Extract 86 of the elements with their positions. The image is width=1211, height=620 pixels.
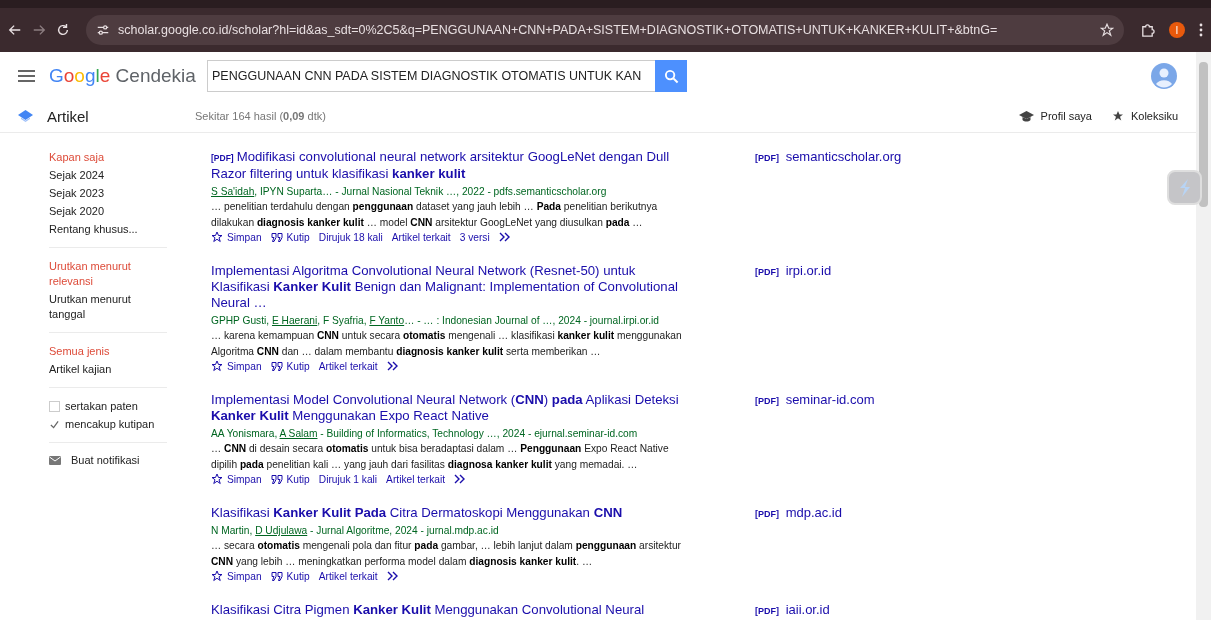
- search-field[interactable]: PENGGUNAAN CNN PADA SISTEM DIAGNOSTIK OTOMATIS UNTUK KAN: [207, 60, 655, 92]
- profile-link[interactable]: Profil saya: [1018, 110, 1092, 122]
- cite-link[interactable]: Kutip: [270, 231, 310, 243]
- checkbox-label: mencakup kutipan: [65, 417, 155, 432]
- author-link[interactable]: F Yanto: [369, 315, 405, 326]
- sidebar-filter-link[interactable]: Sejak 2020: [49, 204, 167, 219]
- result-action-link[interactable]: Artikel terkait: [391, 231, 451, 243]
- sidebar-filter-link[interactable]: Artikel kajian: [49, 362, 167, 377]
- quote-icon: [270, 360, 283, 372]
- sidebar-filter-link[interactable]: Rentang khusus...: [49, 222, 167, 237]
- scrollbar[interactable]: [1196, 52, 1211, 620]
- star-icon: [211, 570, 223, 582]
- back-icon[interactable]: [8, 23, 22, 37]
- pdf-source-link[interactable]: [PDF] iaii.or.id: [755, 602, 830, 619]
- checkbox[interactable]: [49, 419, 60, 430]
- url-text: scholar.google.co.id/scholar?hl=id&as_sdt=0%2C5&q=PENGGUNAAN+CNN+PADA+SISTEM+DIAGNOSTIK+OTOMATIS+UNTUK+KANKER+KULIT+&btnG=: [118, 23, 999, 37]
- quote-icon: [270, 473, 283, 485]
- envelope-icon: [49, 455, 61, 465]
- sidebar-filter-link[interactable]: Urutkan menurut tanggal: [49, 292, 167, 322]
- google-scholar-logo[interactable]: Google Cendekia: [49, 65, 207, 87]
- graduation-cap-icon: [1018, 110, 1034, 122]
- search-icon: [663, 68, 679, 84]
- sidebar-filter-link[interactable]: Urutkan menurut relevansi: [49, 259, 167, 289]
- save-link[interactable]: Simpan: [211, 570, 262, 582]
- pdf-source-link[interactable]: [PDF] seminar-id.com: [755, 392, 875, 409]
- pdf-source-link[interactable]: [PDF] irpi.or.id: [755, 263, 832, 280]
- author-link[interactable]: A Salam: [279, 428, 318, 439]
- bookmark-star-icon[interactable]: [1100, 23, 1114, 37]
- checkbox-label: sertakan paten: [65, 399, 138, 414]
- forward-icon[interactable]: [32, 23, 46, 37]
- quote-icon: [270, 570, 283, 582]
- double-chevron-icon[interactable]: [386, 571, 399, 581]
- sidebar-filter-link[interactable]: Semua jenis: [49, 344, 167, 359]
- result-snippet: … penelitian terdahulu dengan penggunaan dataset yang jauh lebih … Pada penelitian berikutnya dilakukan diagnosis kanker kulit … model CNN arsitektur GoogLeNet yang diusulkan pada …: [211, 200, 659, 230]
- result-snippet: … CNN di desain secara otomatis untuk bisa beradaptasi dalam … Penggunaan Expo React Native dipilih pada penelitian kali … yang jauh dari fasilitas diagnosa kanker kulit yang memadai. …: [211, 442, 670, 472]
- author-link[interactable]: D Udjulawa: [255, 525, 308, 536]
- double-chevron-icon[interactable]: [498, 232, 511, 242]
- author-line: S Sa'idah, IPYN Suparta… - Jurnal Nasional Teknik …, 2022 - pdfs.semanticscholar.org: [211, 185, 608, 199]
- sidebar-filter-link[interactable]: Sejak 2023: [49, 186, 167, 201]
- result-action-link[interactable]: Artikel terkait: [318, 360, 378, 372]
- cite-link[interactable]: Kutip: [270, 570, 310, 582]
- section-title: Artikel: [47, 107, 90, 125]
- site-settings-icon[interactable]: [96, 23, 110, 37]
- result-action-link[interactable]: 3 versi: [459, 231, 490, 243]
- pdf-source-link[interactable]: [PDF] semanticscholar.org: [755, 149, 902, 166]
- star-icon: [211, 231, 223, 243]
- result-action-link[interactable]: Dirujuk 1 kali: [318, 473, 378, 485]
- quote-icon: [270, 231, 283, 243]
- extensions-icon[interactable]: [1140, 22, 1155, 38]
- search-button[interactable]: [655, 60, 687, 92]
- author-line: AA Yonismara, A Salam - Building of Informatics, Technology …, 2024 - ejurnal.seminar-id.com: [211, 427, 639, 441]
- result-action-link[interactable]: Artikel terkait: [318, 570, 378, 582]
- result-count: Sekitar 164 hasil (0,09 dtk): [195, 110, 326, 122]
- result-title-link[interactable]: Implementasi Algoritma Convolutional Neural Network (Resnet-50) untuk Klasifikasi Kanker Kulit Benign dan Malignant: Implementation of Convolutional Neural …: [211, 263, 686, 311]
- result-title-link[interactable]: Klasifikasi Citra Pigmen Kanker Kulit Menggunakan Convolutional Neural: [211, 602, 686, 618]
- sidebar-filter-link[interactable]: Sejak 2024: [49, 168, 167, 183]
- profile-avatar[interactable]: I: [1169, 22, 1185, 38]
- author-line: GPHP Gusti, E Haerani, F Syafria, F Yanto… - … : Indonesian Journal of …, 2024 - journal.irpi.or.id: [211, 314, 660, 328]
- save-link[interactable]: Simpan: [211, 231, 262, 243]
- result-snippet: … karena kemampuan CNN untuk secara otomatis mengenali … klasifikasi kanker kulit menggunakan Algoritma CNN dan … dalam membantu diagnosis kanker kulit serta memberikan …: [211, 329, 683, 359]
- result-snippet: … secara otomatis mengenali pola dan fitur pada gambar, … lebih lanjut dalam penggunaan arsitektur CNN yang lebih … meningkatkan performa model dalam diagnosis kanker kulit. …: [211, 539, 682, 569]
- cite-link[interactable]: Kutip: [270, 360, 310, 372]
- pdf-source-link[interactable]: [PDF] mdp.ac.id: [755, 505, 842, 522]
- result-action-link[interactable]: Dirujuk 18 kali: [318, 231, 383, 243]
- double-chevron-icon[interactable]: [454, 474, 466, 484]
- sidebar-filter-link[interactable]: Kapan saja: [49, 150, 167, 165]
- create-alert-link[interactable]: Buat notifikasi: [49, 454, 167, 466]
- result-title-link[interactable]: Klasifikasi Kanker Kulit Pada Citra Dermatoskopi Menggunakan CNN: [211, 505, 686, 521]
- result-action-link[interactable]: Artikel terkait: [386, 473, 445, 485]
- save-link[interactable]: Simpan: [211, 473, 262, 485]
- star-icon: [211, 360, 223, 372]
- address-bar[interactable]: scholar.google.co.id/scholar?hl=id&as_sdt=0%2C5&q=PENGGUNAAN+CNN+PADA+SISTEM+DIAGNOSTIK+OTOMATIS+UNTUK+KANKER+KULIT+&btnG=: [86, 15, 1124, 45]
- result-title-link[interactable]: Implementasi Model Convolutional Neural Network (CNN) pada Aplikasi Deteksi Kanker Kulit Menggunakan Expo React Native: [211, 392, 686, 424]
- reload-icon[interactable]: [56, 23, 70, 37]
- menu-icon[interactable]: [1199, 23, 1203, 37]
- diamond-icon: [18, 110, 33, 122]
- double-chevron-icon[interactable]: [386, 361, 399, 371]
- star-icon: [1111, 110, 1124, 122]
- star-icon: [211, 473, 223, 485]
- result-title-link[interactable]: [PDF] Modifikasi convolutional neural network arsitektur GoogLeNet dengan Dull Razor filtering untuk klasifikasi kanker kulit: [211, 149, 686, 182]
- author-line: N Martin, D Udjulawa - Jurnal Algoritme, 2024 - jurnal.mdp.ac.id: [211, 524, 500, 538]
- library-link[interactable]: Koleksiku: [1111, 110, 1178, 122]
- save-link[interactable]: Simpan: [211, 360, 262, 372]
- scrollbar-thumb[interactable]: [1199, 62, 1208, 207]
- cite-link[interactable]: Kutip: [270, 473, 310, 485]
- menu-icon[interactable]: [18, 70, 35, 82]
